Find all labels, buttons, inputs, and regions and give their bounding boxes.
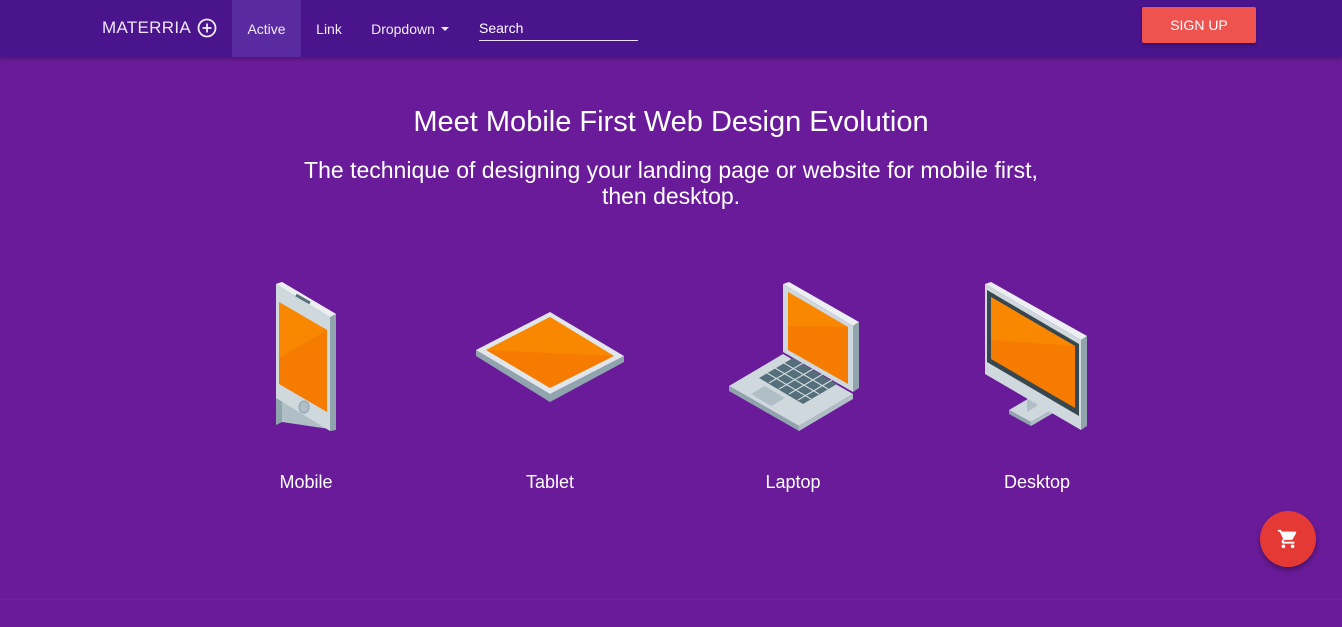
device-label: Laptop <box>765 472 821 492</box>
nav-item-label: Active <box>247 20 286 37</box>
nav-item-link[interactable]: Link <box>301 0 357 57</box>
device-label: Tablet <box>525 472 575 492</box>
hero-title: Meet Mobile First Web Design Evolution <box>413 106 929 138</box>
circle-plus-icon <box>197 18 217 38</box>
caret-down-icon <box>440 26 449 31</box>
device-card-laptop: Laptop <box>693 270 893 510</box>
nav-item-label: Dropdown <box>371 20 435 37</box>
search-input[interactable] <box>479 16 638 41</box>
device-label: Desktop <box>1003 472 1071 492</box>
device-label: Mobile <box>279 472 333 492</box>
device-card-tablet: Tablet <box>450 270 650 510</box>
desktop-monitor-icon <box>985 282 1087 430</box>
sign-up-button[interactable]: SIGN UP <box>1142 7 1256 43</box>
shopping-cart-icon <box>1277 529 1297 549</box>
laptop-icon <box>729 282 859 431</box>
section-divider <box>0 599 1342 600</box>
device-card-desktop: Desktop <box>937 270 1137 510</box>
brand-name: MATERRIA <box>102 18 191 37</box>
nav-item-label: Link <box>316 20 342 37</box>
nav-item-dropdown[interactable]: Dropdown <box>357 0 463 57</box>
hero-subtitle: The technique of designing your landing … <box>304 157 1038 209</box>
tablet-icon <box>476 312 624 402</box>
nav-item-active[interactable]: Active <box>232 0 301 57</box>
navbar: MATERRIA Active Link Dropdown SIGN UP <box>0 0 1342 57</box>
cart-fab-button[interactable] <box>1260 511 1316 567</box>
brand-logo[interactable]: MATERRIA <box>102 13 217 43</box>
mobile-phone-icon <box>276 282 336 431</box>
device-card-mobile: Mobile <box>206 270 406 510</box>
